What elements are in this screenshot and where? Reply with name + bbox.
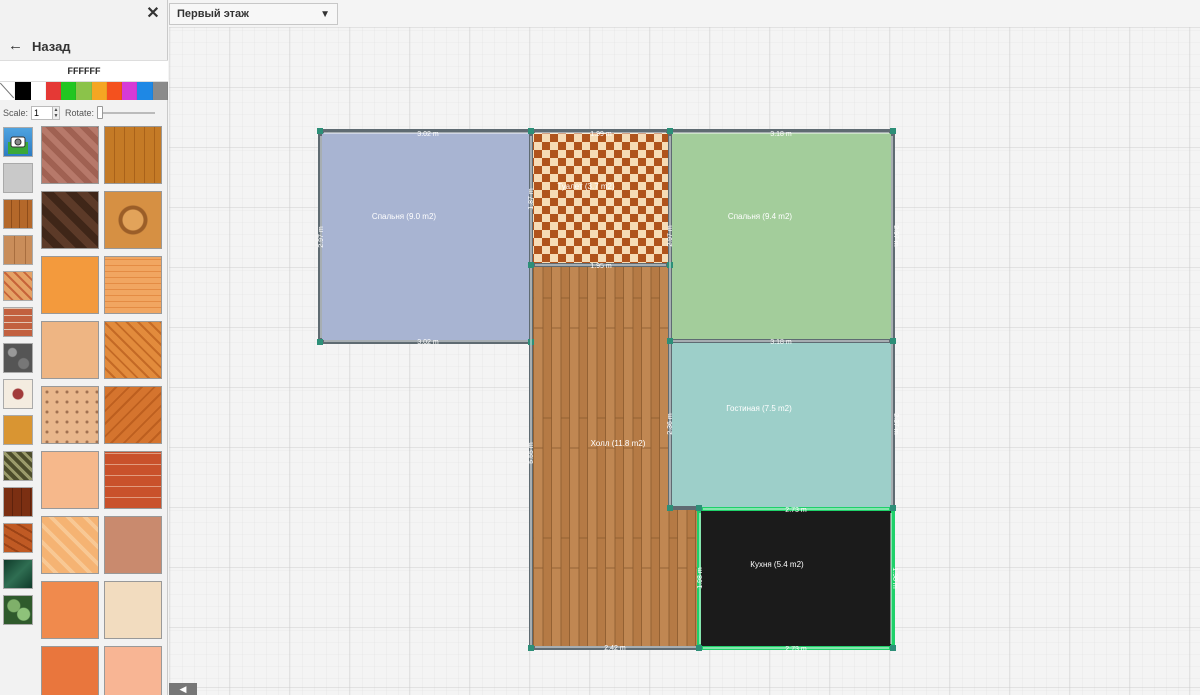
color-hex-field[interactable]: FFFFFF (0, 60, 168, 82)
swatch-blue[interactable] (137, 82, 153, 100)
swatch-green[interactable] (61, 82, 77, 100)
scale-label: Scale: (3, 108, 29, 118)
texture-grid (41, 126, 165, 695)
dim-label: 1.98 m (891, 567, 898, 589)
floor-plan-canvas[interactable]: 3.02 m 3.02 m 2.97 m 1.99 m 1.95 m 1.87 … (169, 27, 1200, 695)
texture-category-pebbles[interactable] (3, 343, 33, 373)
texture-tile[interactable] (104, 646, 162, 695)
swatch-magenta[interactable] (122, 82, 138, 100)
texture-tile[interactable] (104, 386, 162, 444)
texture-category-brick[interactable] (3, 307, 33, 337)
back-label: Назад (32, 38, 71, 54)
dim-label: 2.42 m (604, 645, 626, 652)
room-label: Спальня (9.4 m2) (728, 212, 792, 221)
close-icon[interactable]: ✕ (146, 6, 160, 22)
texture-category-green-marble[interactable] (3, 559, 33, 589)
rotate-label: Rotate: (65, 108, 95, 118)
texture-category-wood-planks[interactable] (3, 199, 33, 229)
texture-category-dark-wood[interactable] (3, 487, 33, 517)
dim-label: 3.02 m (417, 131, 439, 138)
room-bedroom-1[interactable] (322, 133, 530, 342)
texture-sidebar: ✕ ← Назад FFFFFF Scale: ▲▼ Rotate: (0, 0, 168, 695)
room-bedroom-2[interactable] (671, 133, 892, 340)
texture-tile[interactable] (104, 126, 162, 184)
swatch-black[interactable] (15, 82, 31, 100)
floor-selector[interactable]: Первый этаж ▼ (169, 3, 338, 25)
texture-tile[interactable] (104, 321, 162, 379)
dim-label: 3.18 m (770, 339, 792, 346)
swatch-orange[interactable] (91, 82, 107, 100)
rotate-slider-handle[interactable] (97, 106, 104, 119)
arrow-left-icon: ← (8, 37, 23, 54)
scale-input[interactable] (31, 106, 54, 120)
dim-label: 3.18 m (770, 131, 792, 138)
dim-label: 2.97 m (892, 225, 899, 247)
room-label: Кухня (5.4 m2) (750, 560, 804, 569)
texture-tile[interactable] (41, 581, 99, 639)
collapse-panel-button[interactable]: ◀ (169, 683, 197, 695)
caret-down-icon: ▼ (320, 8, 330, 20)
texture-tile[interactable] (104, 191, 162, 249)
scale-rotate-row: Scale: ▲▼ Rotate: (3, 106, 156, 120)
texture-category-list (3, 127, 35, 631)
texture-tile[interactable] (41, 321, 99, 379)
swatch-red-orange[interactable] (106, 82, 123, 100)
dim-label: 2.97 m (318, 226, 325, 248)
dim-label: 1.99 m (590, 131, 612, 138)
texture-tile[interactable] (104, 451, 162, 509)
room-kitchen[interactable] (700, 510, 892, 647)
dim-label: 1.95 m (590, 263, 612, 270)
texture-category-mosaic[interactable] (3, 451, 33, 481)
dim-label: 2.97 m (667, 225, 674, 247)
back-button[interactable]: ← Назад (8, 37, 71, 55)
room-living[interactable] (671, 342, 892, 508)
texture-category-amber[interactable] (3, 415, 33, 445)
swatch-white[interactable] (30, 82, 46, 100)
texture-category-green-stone[interactable] (3, 595, 33, 625)
texture-tile[interactable] (104, 581, 162, 639)
dim-label: 2.36 m (667, 413, 674, 435)
texture-tile[interactable] (41, 386, 99, 444)
texture-tile[interactable] (104, 516, 162, 574)
texture-category-terracotta[interactable] (3, 523, 33, 553)
texture-tile[interactable] (41, 256, 99, 314)
color-swatch-row (0, 82, 168, 100)
dim-label: 1.98 m (697, 567, 704, 589)
swatch-none[interactable] (0, 82, 16, 100)
dim-label: 3.02 m (417, 339, 439, 346)
room-label: Холл (11.8 m2) (591, 439, 646, 448)
texture-tile[interactable] (41, 516, 99, 574)
scale-spinner[interactable]: ▲ ▼ (53, 106, 61, 120)
texture-tile[interactable] (41, 646, 99, 695)
texture-tile[interactable] (41, 126, 99, 184)
texture-tile[interactable] (104, 256, 162, 314)
rotate-slider[interactable] (97, 106, 156, 119)
dim-label: 1.87 m (528, 188, 535, 210)
dim-label: 2.37 m (892, 413, 899, 435)
texture-tile[interactable] (41, 451, 99, 509)
swatch-red[interactable] (45, 82, 62, 100)
swatch-lime[interactable] (76, 82, 92, 100)
swatch-gray[interactable] (152, 82, 168, 100)
texture-category-wood[interactable] (3, 235, 33, 265)
texture-category-ornament[interactable] (3, 379, 33, 409)
texture-category-pattern-tile[interactable] (3, 271, 33, 301)
room-label: Туалет (3.7 m2) (557, 182, 615, 191)
texture-category-stone[interactable] (3, 163, 33, 193)
dim-label: 2.73 m (785, 646, 807, 653)
floor-label: Первый этаж (177, 8, 249, 20)
room-toilet[interactable] (532, 133, 669, 264)
dim-label: 2.73 m (785, 507, 807, 514)
photo-upload-icon[interactable] (3, 127, 33, 157)
room-label: Спальня (9.0 m2) (372, 212, 436, 221)
texture-tile[interactable] (41, 191, 99, 249)
dim-label: 5.55 m (528, 442, 535, 464)
room-label: Гостиная (7.5 m2) (726, 404, 792, 413)
